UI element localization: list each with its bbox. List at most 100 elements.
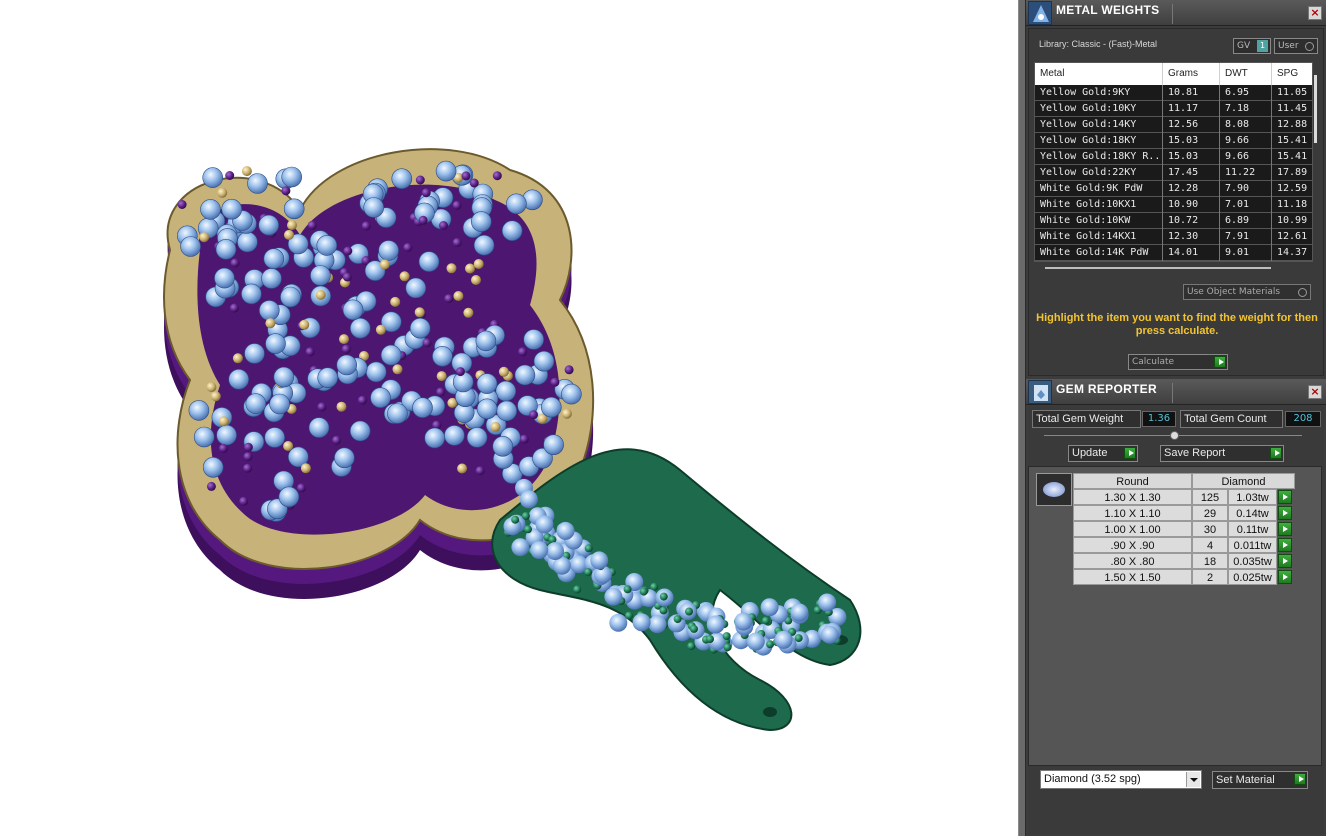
- gem-stone: [261, 268, 282, 289]
- gem-stone: [363, 197, 385, 218]
- gold-bead: [457, 463, 468, 474]
- close-icon[interactable]: ×: [1308, 6, 1322, 20]
- gem-row[interactable]: .80 X .80 18 0.035tw: [1073, 553, 1295, 569]
- gem-stone: [273, 366, 295, 388]
- prong-bead: [439, 221, 448, 230]
- gold-bead: [436, 371, 447, 382]
- cell-grams: 12.30: [1163, 229, 1220, 245]
- 3d-viewport[interactable]: [0, 0, 1018, 836]
- gold-bead: [453, 291, 464, 301]
- save-report-label: Save Report: [1164, 447, 1226, 459]
- table-row[interactable]: White Gold:14KX1 12.30 7.91 12.61: [1035, 229, 1312, 245]
- horizontal-scrollbar[interactable]: [1045, 267, 1271, 269]
- gem-row[interactable]: 1.50 X 1.50 2 0.025tw: [1073, 569, 1295, 585]
- gem-size: 1.00 X 1.00: [1073, 521, 1192, 537]
- gem-stone: [412, 397, 433, 419]
- table-row[interactable]: White Gold:14K PdW 14.01 9.01 14.37: [1035, 245, 1312, 261]
- prong-bead: [469, 178, 479, 188]
- gem-stone: [496, 400, 518, 422]
- gem-weight: 0.11tw: [1228, 521, 1277, 537]
- collapse-knob-icon[interactable]: [1170, 431, 1179, 440]
- save-report-button[interactable]: Save Report: [1160, 445, 1284, 462]
- round-gem-icon[interactable]: [1036, 473, 1072, 506]
- cell-grams: 15.03: [1163, 149, 1220, 165]
- gem-stone: [706, 615, 725, 634]
- column-header-spg[interactable]: SPG: [1272, 63, 1312, 85]
- calculate-button[interactable]: Calculate: [1128, 354, 1228, 370]
- prong-bead: [218, 443, 228, 453]
- vertical-scrollbar[interactable]: [1314, 75, 1317, 143]
- gem-stone: [495, 380, 517, 402]
- cell-metal: White Gold:14K PdW: [1035, 245, 1163, 261]
- gem-stone: [506, 193, 527, 215]
- set-material-button[interactable]: Set Material: [1212, 771, 1308, 789]
- gv-toggle[interactable]: GV 1: [1233, 38, 1271, 54]
- column-header-metal[interactable]: Metal: [1035, 63, 1163, 85]
- gem-stone: [774, 630, 793, 649]
- play-arrow-icon[interactable]: [1278, 490, 1292, 504]
- play-arrow-icon[interactable]: [1278, 538, 1292, 552]
- chevron-down-icon[interactable]: [1186, 772, 1200, 787]
- cell-spg: 11.18: [1272, 197, 1312, 213]
- metal-weights-titlebar[interactable]: METAL WEIGHTS ×: [1026, 0, 1326, 26]
- metal-table[interactable]: Metal Grams DWT SPG Yellow Gold:9KY 10.8…: [1034, 62, 1313, 262]
- gem-row[interactable]: .90 X .90 4 0.011tw: [1073, 537, 1295, 553]
- gem-row[interactable]: 1.30 X 1.30 125 1.03tw: [1073, 489, 1295, 505]
- column-header-dwt[interactable]: DWT: [1220, 63, 1272, 85]
- gem-row[interactable]: 1.00 X 1.00 30 0.11tw: [1073, 521, 1295, 537]
- gem-stone: [501, 220, 523, 241]
- prong-bead: [243, 463, 253, 473]
- prong-bead: [444, 294, 454, 304]
- use-object-materials-toggle[interactable]: Use Object Materials: [1183, 284, 1311, 300]
- cell-dwt: 11.22: [1220, 165, 1272, 181]
- gem-row[interactable]: 1.10 X 1.10 29 0.14tw: [1073, 505, 1295, 521]
- play-arrow-icon[interactable]: [1278, 522, 1292, 536]
- cell-grams: 14.01: [1163, 245, 1220, 261]
- cell-spg: 12.59: [1272, 181, 1312, 197]
- gem-weight: 0.011tw: [1228, 537, 1277, 553]
- gem-reporter-titlebar[interactable]: GEM REPORTER ×: [1026, 379, 1326, 405]
- cell-metal: White Gold:9K PdW: [1035, 181, 1163, 197]
- shape-header: Round: [1073, 473, 1192, 489]
- radio-icon: [1298, 288, 1307, 297]
- table-row[interactable]: Yellow Gold:14KY 12.56 8.08 12.88: [1035, 117, 1312, 133]
- gem-stone: [476, 373, 498, 394]
- play-arrow-icon[interactable]: [1278, 506, 1292, 520]
- table-row[interactable]: Yellow Gold:18KY 15.03 9.66 15.41: [1035, 133, 1312, 149]
- user-toggle[interactable]: User: [1274, 38, 1318, 54]
- table-row[interactable]: White Gold:10KX1 10.90 7.01 11.18: [1035, 197, 1312, 213]
- table-row[interactable]: Yellow Gold:10KY 11.17 7.18 11.45: [1035, 101, 1312, 117]
- table-row[interactable]: Yellow Gold:22KY 17.45 11.22 17.89: [1035, 165, 1312, 181]
- side-panel: METAL WEIGHTS × Library: Classic - (Fast…: [1026, 0, 1326, 836]
- gold-bead: [210, 391, 221, 402]
- material-select[interactable]: Diamond (3.52 spg): [1040, 770, 1202, 789]
- gem-stone: [746, 632, 765, 651]
- prong-bead: [524, 525, 532, 534]
- play-arrow-icon[interactable]: [1278, 570, 1292, 584]
- table-row[interactable]: White Gold:9K PdW 12.28 7.90 12.59: [1035, 181, 1312, 197]
- table-row[interactable]: Yellow Gold:9KY 10.81 6.95 11.05: [1035, 85, 1312, 101]
- metal-weights-icon: [1028, 1, 1052, 25]
- play-arrow-icon[interactable]: [1278, 554, 1292, 568]
- column-header-grams[interactable]: Grams: [1163, 63, 1220, 85]
- close-icon[interactable]: ×: [1308, 385, 1322, 399]
- play-arrow-icon: [1124, 447, 1136, 459]
- gem-stone: [556, 521, 575, 540]
- cell-spg: 11.45: [1272, 101, 1312, 117]
- table-row[interactable]: Yellow Gold:18KY R... 15.03 9.66 15.41: [1035, 149, 1312, 165]
- library-label: Library: Classic - (Fast)-Metal: [1039, 39, 1158, 49]
- prong-bead: [706, 635, 714, 644]
- update-button[interactable]: Update: [1068, 445, 1138, 462]
- table-row[interactable]: White Gold:10KW 10.72 6.89 10.99: [1035, 213, 1312, 229]
- gem-stone: [334, 447, 355, 469]
- prong-bead: [625, 611, 633, 620]
- panel-splitter[interactable]: [1018, 0, 1026, 836]
- gem-size: .80 X .80: [1073, 553, 1192, 569]
- prong-bead: [343, 246, 353, 256]
- prong-bead: [225, 171, 235, 180]
- prong-bead: [422, 338, 432, 348]
- gem-stone: [435, 160, 457, 182]
- prong-bead: [511, 515, 520, 524]
- cell-spg: 11.05: [1272, 85, 1312, 101]
- play-arrow-icon: [1214, 356, 1226, 368]
